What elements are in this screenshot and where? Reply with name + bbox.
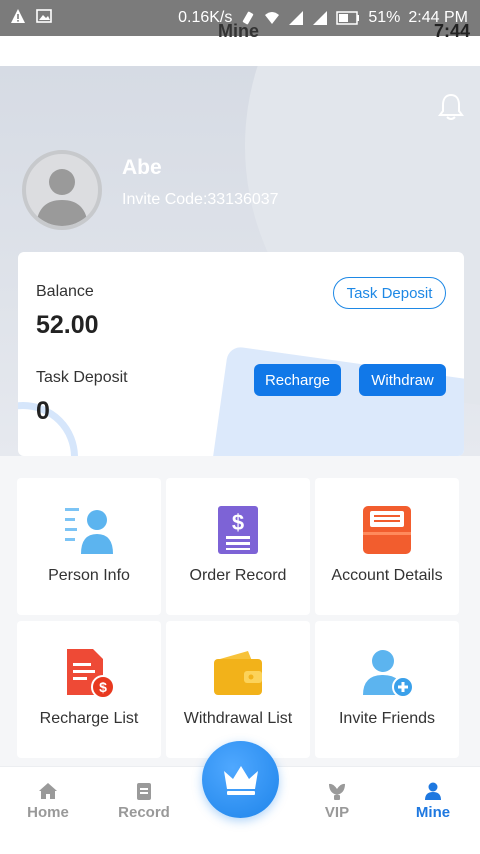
record-icon — [137, 783, 151, 800]
nav-mine[interactable]: Mine — [393, 781, 473, 821]
tile-label: Withdrawal List — [183, 710, 293, 727]
nav-record[interactable]: Record — [104, 781, 184, 821]
tile-label: Order Record — [189, 567, 287, 584]
username: Abe — [122, 156, 162, 179]
crown-icon — [223, 765, 258, 795]
tile-label: Account Details — [331, 567, 443, 584]
battery-icon — [336, 11, 360, 25]
balance-label: Balance — [36, 283, 94, 300]
svg-text:$: $ — [232, 510, 244, 535]
tile-label: Invite Friends — [338, 710, 436, 727]
person-info-icon — [65, 508, 113, 554]
task-deposit-label: Task Deposit — [36, 369, 128, 386]
order-record-icon: $ — [218, 506, 258, 554]
page-title: Mine — [218, 21, 260, 41]
tile-label: Person Info — [48, 567, 130, 584]
signal-icon-2 — [313, 11, 328, 25]
task-deposit-value: 0 — [36, 397, 50, 425]
tile-person-info[interactable]: Person Info — [17, 478, 161, 615]
svg-text:$: $ — [99, 679, 107, 695]
tile-withdrawal-list[interactable]: Withdrawal List — [166, 621, 310, 758]
image-icon — [36, 9, 52, 23]
tile-order-record[interactable]: $ Order Record — [166, 478, 310, 615]
center-crown-button[interactable] — [202, 741, 279, 818]
recharge-button[interactable]: Recharge — [254, 364, 341, 396]
nav-label: VIP — [324, 804, 350, 821]
invite-code: Invite Code:33136037 — [122, 191, 279, 208]
vip-icon — [329, 783, 345, 800]
bell-icon[interactable] — [436, 92, 466, 122]
invite-friends-icon — [363, 650, 413, 698]
screen: 0.16K/s 51% 2:44 PM Mine 7:44 Abe Invite — [0, 0, 480, 854]
tile-invite-friends[interactable]: Invite Friends — [315, 621, 459, 758]
account-details-icon — [363, 506, 411, 554]
wallet-icon — [214, 651, 262, 695]
balance-value: 52.00 — [36, 311, 99, 339]
tile-account-details[interactable]: Account Details — [315, 478, 459, 615]
header-time: 7:44 — [433, 21, 470, 41]
nav-label: Record — [118, 804, 170, 821]
balance-card: Balance 52.00 Task Deposit 0 Task Deposi… — [18, 252, 464, 456]
home-icon — [39, 783, 57, 799]
tile-label: Recharge List — [39, 710, 139, 727]
recharge-list-icon: $ — [67, 649, 115, 699]
user-icon — [425, 782, 441, 800]
tile-recharge-list[interactable]: $ Recharge List — [17, 621, 161, 758]
wifi-icon — [265, 12, 280, 24]
warning-icon — [11, 9, 25, 23]
battery-level: 51% — [368, 9, 401, 26]
user-silhouette-icon — [36, 169, 88, 226]
task-deposit-button[interactable]: Task Deposit — [333, 277, 446, 309]
withdraw-button[interactable]: Withdraw — [359, 364, 446, 396]
signal-icon — [289, 11, 304, 25]
nav-label: Mine — [415, 804, 451, 821]
app-header: Mine 7:44 — [0, 21, 480, 66]
nav-vip[interactable]: VIP — [297, 781, 377, 821]
vip-card-decoration — [206, 345, 464, 456]
nav-label: Home — [27, 804, 69, 821]
avatar[interactable] — [22, 150, 102, 230]
nav-home[interactable]: Home — [8, 781, 88, 821]
